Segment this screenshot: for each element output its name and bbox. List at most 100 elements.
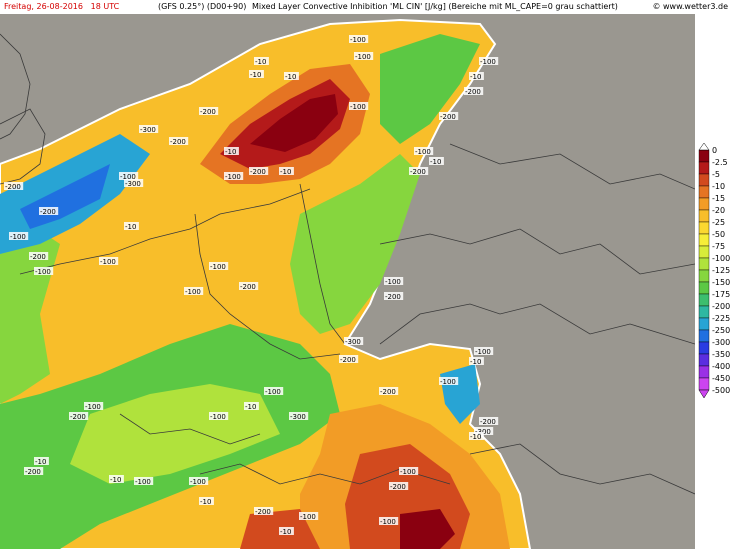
contour-label: -10	[430, 158, 441, 166]
legend-label: 0	[712, 146, 717, 155]
legend-swatch	[698, 197, 710, 211]
legend-swatch	[698, 293, 710, 307]
legend-swatch	[698, 377, 710, 391]
contour-label: -10	[225, 148, 236, 156]
contour-label: -100	[85, 403, 101, 411]
weather-map-frame: Freitag, 26-08-2016 18 UTC (GFS 0.25°) (…	[0, 0, 732, 549]
contour-label: -100	[210, 413, 226, 421]
contour-label: -200	[170, 138, 186, 146]
site-credit: © www.wetter3.de	[652, 2, 728, 11]
legend-label: -175	[712, 290, 730, 299]
legend-swatch	[698, 305, 710, 319]
contour-label: -200	[380, 388, 396, 396]
legend-label: -150	[712, 278, 730, 287]
legend-label: -200	[712, 302, 730, 311]
contour-label: -200	[410, 168, 426, 176]
legend-swatch	[698, 257, 710, 271]
legend-label: -10	[712, 182, 725, 191]
contour-label: -100	[190, 478, 206, 486]
contour-label: -10	[35, 458, 46, 466]
legend-swatch	[698, 233, 710, 247]
contour-label: -200	[30, 253, 46, 261]
contour-label: -10	[110, 476, 121, 484]
legend-swatch	[698, 161, 710, 175]
legend-swatch	[698, 245, 710, 259]
contour-label: -100	[265, 388, 281, 396]
contour-label: -100	[10, 233, 26, 241]
contour-label: -10	[470, 73, 481, 81]
contour-label: -100	[440, 378, 456, 386]
contour-label: -200	[385, 293, 401, 301]
contour-label: -10	[125, 223, 136, 231]
legend-swatch	[698, 281, 710, 295]
legend-swatch	[698, 173, 710, 187]
legend-label: -75	[712, 242, 725, 251]
contour-label: -100	[185, 288, 201, 296]
contour-label: -10	[285, 73, 296, 81]
map-title: Mixed Layer Convective Inhibition 'ML CI…	[252, 2, 618, 11]
contour-label: -10	[245, 403, 256, 411]
contour-label: -200	[40, 208, 56, 216]
legend-swatch	[698, 269, 710, 283]
contour-label: -100	[210, 263, 226, 271]
contour-label: -100	[135, 478, 151, 486]
legend-arrow-bottom	[698, 389, 710, 399]
contour-label: -10	[470, 358, 481, 366]
legend-swatch	[698, 317, 710, 331]
contour-label: -100	[350, 103, 366, 111]
forecast-date: Freitag, 26-08-2016 18 UTC	[4, 2, 120, 11]
legend-label: -350	[712, 350, 730, 359]
legend-swatch	[698, 365, 710, 379]
contour-label: -100	[35, 268, 51, 276]
legend-label: -100	[712, 254, 730, 263]
contour-label: -100	[355, 53, 371, 61]
contour-label: -100	[400, 468, 416, 476]
legend-swatch	[698, 221, 710, 235]
contour-label: -200	[340, 356, 356, 364]
legend-swatch	[698, 209, 710, 223]
contour-label: -200	[440, 113, 456, 121]
contour-label: -100	[350, 36, 366, 44]
legend-label: -15	[712, 194, 725, 203]
contour-label: -100	[100, 258, 116, 266]
contour-label: -10	[280, 168, 291, 176]
legend-scale: 0 -2.5 -5 -10 -15 -20 -25 -50 -75 -100 -125 -150 -17…	[698, 142, 730, 399]
contour-label: -200	[240, 283, 256, 291]
legend-label: -5	[712, 170, 720, 179]
legend-label: -450	[712, 374, 730, 383]
contour-label: -100	[475, 348, 491, 356]
legend-label: -2.5	[712, 158, 728, 167]
legend-swatch	[698, 341, 710, 355]
contour-label: -100	[380, 518, 396, 526]
legend-swatch	[698, 185, 710, 199]
contour-label: -10	[250, 71, 261, 79]
contour-label: -100	[300, 513, 316, 521]
legend-swatch	[698, 353, 710, 367]
legend-label: -125	[712, 266, 730, 275]
contour-label: -200	[70, 413, 86, 421]
contour-label: -10	[255, 58, 266, 66]
cin-field: -10 -10 -100 -100 -10 -100 -200 -300 -200 -100 -20…	[0, 14, 695, 549]
contour-label: -200	[480, 418, 496, 426]
model-run-label: (GFS 0.25°) (D00+90)	[158, 2, 247, 11]
contour-label: -100	[225, 173, 241, 181]
contour-label: -10	[280, 528, 291, 536]
legend-label: -50	[712, 230, 725, 239]
legend-label: -400	[712, 362, 730, 371]
contour-label: -200	[255, 508, 271, 516]
legend-label: -225	[712, 314, 730, 323]
map-header: Freitag, 26-08-2016 18 UTC (GFS 0.25°) (…	[0, 0, 732, 14]
contour-label: -300	[140, 126, 156, 134]
contour-label: -200	[25, 468, 41, 476]
contour-label: -200	[200, 108, 216, 116]
contour-label: -300	[345, 338, 361, 346]
legend-swatch	[698, 329, 710, 343]
contour-label: -10	[200, 498, 211, 506]
legend-label: -300	[712, 338, 730, 347]
contour-label: -200	[465, 88, 481, 96]
legend-label: -250	[712, 326, 730, 335]
contour-label: -200	[390, 483, 406, 491]
cin-map: -10 -10 -100 -100 -10 -100 -200 -300 -200 -100 -20…	[0, 14, 695, 549]
legend-label: -500	[712, 386, 730, 395]
contour-label: -100	[480, 58, 496, 66]
